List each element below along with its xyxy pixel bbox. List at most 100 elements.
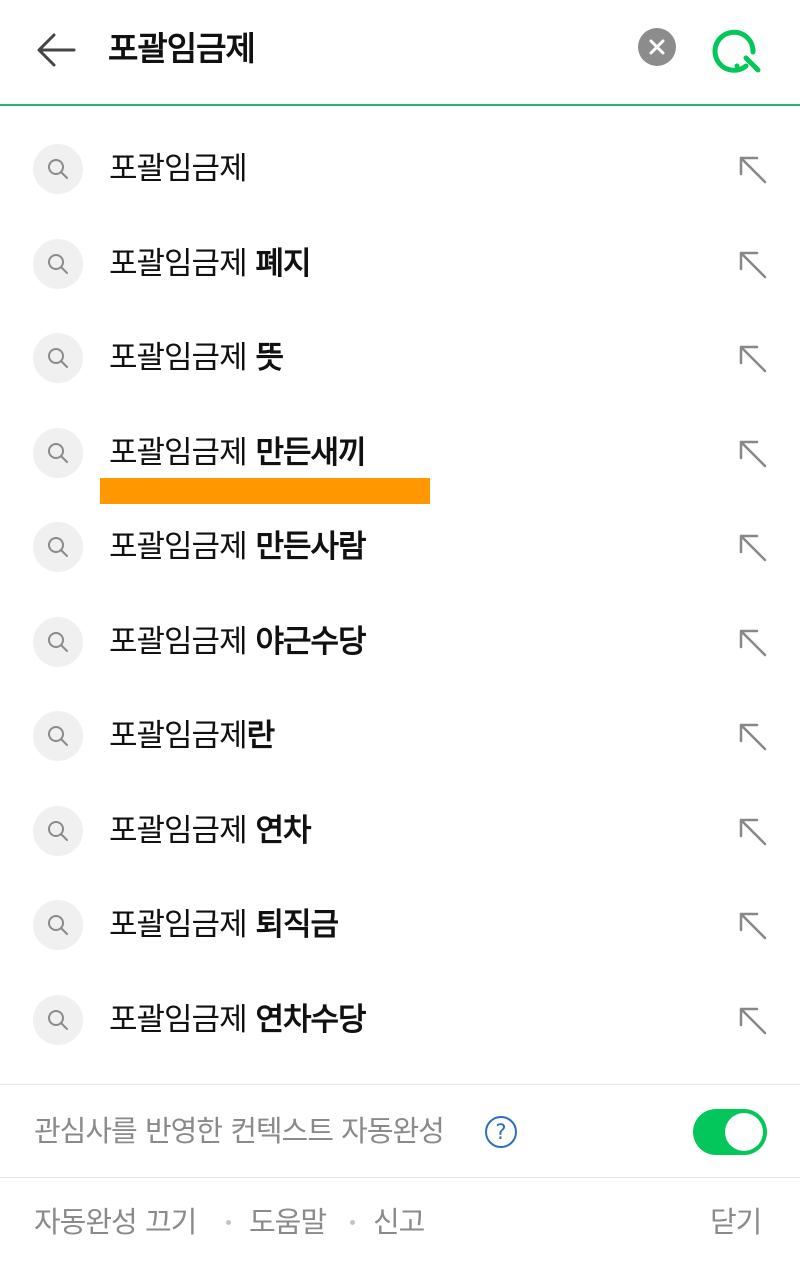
- suggestion-prefix: 포괄임금제: [109, 1001, 256, 1038]
- arrow-up-left-icon: [739, 818, 767, 845]
- suggestion-prefix: 포괄임금제: [109, 151, 248, 187]
- fill-query-button[interactable]: [732, 811, 774, 853]
- search-icon: [48, 820, 68, 841]
- arrow-up-left-icon: [739, 156, 767, 184]
- back-button[interactable]: [34, 27, 80, 73]
- help-link[interactable]: 도움말: [249, 1202, 327, 1242]
- suggestion-text: 포괄임금제 퇴직금: [109, 904, 339, 946]
- suggestion-rest: 퇴직금: [255, 907, 339, 943]
- search-input[interactable]: 포괄임금제: [108, 25, 256, 73]
- arrow-left-icon: [37, 33, 76, 67]
- context-autocomplete-label: 관심사를 반영한 컨텍스트 자동완성: [34, 1114, 445, 1148]
- search-icon: [712, 29, 761, 73]
- suggestion-text: 포괄임금제 만든새끼: [109, 432, 367, 474]
- fill-query-button[interactable]: [732, 716, 774, 758]
- fill-query-button[interactable]: [732, 244, 774, 286]
- search-icon-circle: [33, 616, 83, 667]
- suggestion-item[interactable]: 포괄임금제 퇴직금: [0, 878, 800, 973]
- search-icon-circle: [33, 427, 83, 478]
- suggestion-prefix: 포괄임금제: [109, 245, 256, 282]
- search-icon: [48, 253, 68, 274]
- autocomplete-page: 포괄임금제 포괄임금제 포괄임금제 폐지 포괄임금제 뜻 포괄임금제 만든새끼 …: [0, 0, 800, 1266]
- search-icon-circle: [33, 333, 83, 383]
- suggestion-text: 포괄임금제 연차: [109, 810, 312, 852]
- suggestion-text: 포괄임금제: [109, 148, 248, 190]
- search-icon-circle: [33, 900, 83, 950]
- footer-links: 자동완성 끄기 도움말 신고 닫기: [0, 1178, 800, 1266]
- fill-query-button[interactable]: [732, 433, 774, 475]
- suggestion-item[interactable]: 포괄임금제 뜻: [0, 311, 800, 406]
- search-icon: [48, 1009, 68, 1030]
- suggestion-rest: 연차수당: [255, 1001, 366, 1038]
- fill-query-button[interactable]: [732, 149, 774, 191]
- arrow-up-left-icon: [739, 440, 767, 467]
- suggestion-rest: 란: [246, 718, 276, 754]
- suggestion-item[interactable]: 포괄임금제 만든사람: [0, 500, 800, 595]
- suggestion-prefix: 포괄임금제: [109, 907, 256, 943]
- separator-dot: [226, 1220, 231, 1225]
- search-button[interactable]: [708, 22, 766, 76]
- suggestion-prefix: 포괄임금제: [109, 434, 256, 471]
- report-link[interactable]: 신고: [373, 1202, 425, 1242]
- arrow-up-left-icon: [739, 912, 767, 940]
- close-icon: [649, 39, 665, 55]
- arrow-up-left-icon: [739, 251, 767, 278]
- search-icon: [48, 159, 68, 179]
- search-icon: [48, 726, 68, 746]
- suggestion-rest: 만든사람: [255, 529, 366, 565]
- arrow-up-left-icon: [739, 629, 767, 656]
- suggestion-item[interactable]: 포괄임금제 야근수당: [0, 595, 800, 690]
- fill-query-button[interactable]: [732, 1000, 774, 1042]
- suggestion-prefix: 포괄임금제: [109, 340, 256, 376]
- suggestion-text: 포괄임금제 폐지: [109, 243, 312, 285]
- search-icon-circle: [33, 805, 83, 856]
- fill-query-button[interactable]: [732, 905, 774, 947]
- context-autocomplete-toggle[interactable]: [693, 1109, 767, 1155]
- arrow-up-left-icon: [739, 723, 767, 751]
- suggestion-rest: 야근수당: [255, 623, 366, 660]
- fill-query-button[interactable]: [732, 527, 774, 569]
- search-icon-circle: [33, 994, 83, 1045]
- suggestion-list: 포괄임금제 포괄임금제 폐지 포괄임금제 뜻 포괄임금제 만든새끼 포괄임금제 …: [0, 122, 800, 1067]
- suggestion-item[interactable]: 포괄임금제 폐지: [0, 217, 800, 312]
- fill-query-button[interactable]: [732, 338, 774, 380]
- suggestion-text: 포괄임금제 연차수당: [109, 999, 367, 1041]
- search-icon-circle: [33, 238, 83, 289]
- suggestion-text: 포괄임금제 뜻: [109, 337, 284, 379]
- clear-button[interactable]: [638, 28, 676, 66]
- suggestion-rest: 연차: [255, 812, 311, 849]
- close-link[interactable]: 닫기: [710, 1202, 762, 1242]
- toggle-knob: [725, 1113, 763, 1151]
- suggestion-rest: 만든새끼: [255, 434, 366, 471]
- suggestion-prefix: 포괄임금제: [109, 812, 256, 849]
- search-icon-circle: [33, 711, 83, 761]
- search-icon-circle: [33, 144, 83, 194]
- suggestion-text: 포괄임금제 야근수당: [109, 621, 367, 663]
- suggestion-prefix: 포괄임금제: [109, 529, 256, 565]
- search-icon: [48, 442, 68, 463]
- suggestion-item[interactable]: 포괄임금제란: [0, 689, 800, 784]
- suggestion-item[interactable]: 포괄임금제: [0, 122, 800, 217]
- help-icon[interactable]: ?: [485, 1116, 517, 1148]
- arrow-up-left-icon: [739, 1007, 767, 1034]
- autocomplete-off-link[interactable]: 자동완성 끄기: [34, 1202, 197, 1242]
- suggestion-text: 포괄임금제란: [109, 715, 276, 757]
- separator-dot: [350, 1220, 355, 1225]
- search-icon: [48, 348, 68, 368]
- highlight-bar: [100, 478, 430, 504]
- suggestion-text: 포괄임금제 만든사람: [109, 526, 367, 568]
- search-icon: [48, 537, 68, 557]
- suggestion-prefix: 포괄임금제: [109, 623, 256, 660]
- arrow-up-left-icon: [739, 534, 767, 562]
- suggestion-rest: 뜻: [255, 340, 284, 376]
- arrow-up-left-icon: [739, 345, 767, 373]
- suggestion-item[interactable]: 포괄임금제 연차: [0, 784, 800, 879]
- context-autocomplete-row: 관심사를 반영한 컨텍스트 자동완성 ?: [0, 1085, 800, 1177]
- search-icon: [48, 915, 68, 935]
- search-header: 포괄임금제: [0, 0, 800, 106]
- search-icon-circle: [33, 522, 83, 572]
- suggestion-item[interactable]: 포괄임금제 연차수당: [0, 973, 800, 1068]
- suggestion-prefix: 포괄임금제: [109, 718, 248, 754]
- fill-query-button[interactable]: [732, 622, 774, 664]
- suggestion-rest: 폐지: [255, 245, 311, 282]
